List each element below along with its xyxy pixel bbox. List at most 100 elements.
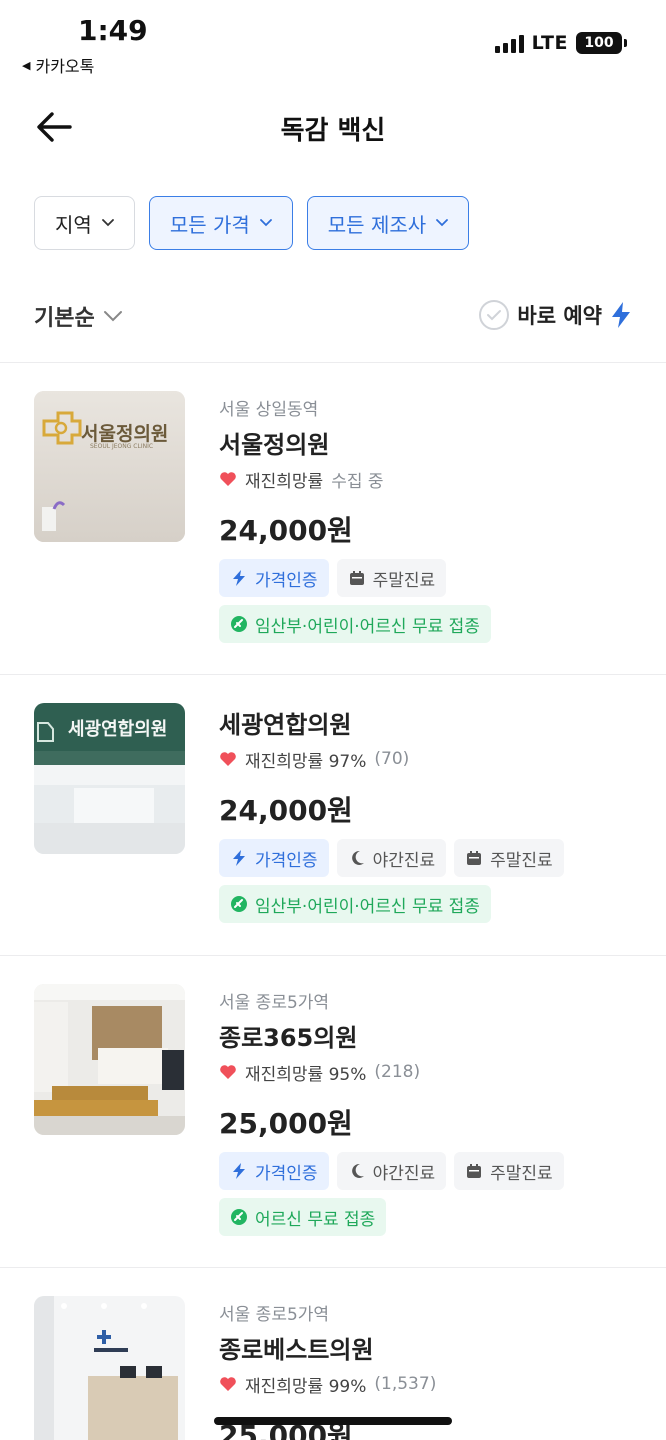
moon-icon	[351, 1163, 364, 1178]
heart-icon	[220, 1065, 236, 1079]
clinic-info: 세광연합의원 재진희망률 97% (70) 24,000원 가격인증 야간진료 …	[219, 705, 646, 923]
chevron-down-icon	[436, 219, 449, 227]
tag-free-vaccination: 임산부·어린이·어르신 무료 접종	[219, 885, 491, 923]
tag-night: 야간진료	[336, 839, 447, 877]
check-circle-icon	[479, 300, 510, 330]
back-to-app-link[interactable]: ◀ 카카오톡	[22, 53, 94, 77]
clinic-name: 세광연합의원	[219, 711, 352, 739]
vaccine-icon	[231, 896, 247, 912]
revisit-rate-count: (70)	[374, 749, 410, 769]
tag-label: 가격인증	[255, 1163, 318, 1184]
revisit-rate: 재진희망률 97% (70)	[219, 747, 646, 772]
filter-price[interactable]: 모든 가격	[148, 196, 293, 250]
clinic-name: 서울정의원	[219, 431, 330, 459]
page-title: 독감 백신	[280, 116, 386, 146]
clinic-photo: 서울정의원 SEOUL JEONG CLINIC	[34, 391, 185, 542]
clinic-name: 종로365의원	[219, 1024, 358, 1052]
filter-region[interactable]: 지역	[34, 196, 135, 250]
clinic-location: 서울 종로5가역	[219, 993, 330, 1013]
revisit-rate: 재진희망률 수집 중	[219, 467, 646, 492]
status-time: 1:49	[78, 14, 148, 47]
revisit-rate: 재진희망률 99% (1,537)	[219, 1372, 646, 1397]
revisit-rate-count: (218)	[374, 1062, 421, 1082]
tag-label: 야간진료	[372, 850, 436, 871]
back-triangle-icon: ◀	[22, 58, 31, 72]
tag-label: 주말진료	[490, 850, 553, 871]
back-app-label: 카카오톡	[35, 57, 95, 76]
chevron-down-icon	[259, 219, 272, 227]
tag-weekend: 주말진료	[454, 1152, 564, 1190]
filter-manufacturer[interactable]: 모든 제조사	[306, 196, 470, 250]
tag-label: 가격인증	[255, 850, 318, 871]
sort-row: 기본순 바로 예약	[34, 296, 632, 336]
calendar-icon	[349, 571, 364, 585]
tag-label: 야간진료	[372, 1163, 436, 1184]
clinic-location: 서울 종로5가역	[219, 1305, 330, 1325]
clinic-card[interactable]: 세광연합의원 세광연합의원 재진희망률 97% (70) 24,000원 가격인…	[0, 675, 666, 955]
status-bar: 1:49 ◀ 카카오톡 LTE 100	[0, 0, 666, 78]
lightning-icon	[233, 1163, 245, 1179]
tag-free-vaccination: 임산부·어린이·어르신 무료 접종	[219, 605, 491, 643]
revisit-rate: 재진희망률 95% (218)	[219, 1060, 646, 1085]
heart-icon	[220, 472, 236, 486]
tag-label: 어르신 무료 접종	[255, 1209, 376, 1230]
clinic-sign-text: 세광연합의원	[68, 719, 168, 740]
vaccine-icon	[231, 616, 247, 632]
lightning-icon	[612, 302, 630, 328]
clinic-info: 서울 상일동역 서울정의원 재진희망률 수집 중 24,000원 가격인증 주말…	[219, 395, 646, 643]
sort-dropdown[interactable]: 기본순	[34, 300, 123, 332]
tag-label: 임산부·어린이·어르신 무료 접종	[255, 616, 480, 637]
revisit-rate-label: 재진희망률 99%	[245, 1376, 367, 1397]
filter-price-label: 모든 가격	[169, 212, 250, 237]
tag-price-verified: 가격인증	[219, 839, 329, 877]
vaccine-icon	[231, 1209, 247, 1225]
clinic-name: 종로베스트의원	[219, 1336, 374, 1364]
tag-price-verified: 가격인증	[219, 559, 329, 597]
chevron-down-icon	[101, 219, 114, 227]
revisit-rate-label: 재진희망률 95%	[245, 1064, 367, 1085]
clinic-photo	[34, 984, 185, 1135]
battery-icon: 100	[576, 32, 627, 54]
revisit-rate-count: (1,537)	[374, 1374, 437, 1394]
page-header: 독감 백신	[0, 98, 666, 158]
signal-icon	[494, 33, 524, 53]
tag-row: 가격인증 주말진료	[219, 559, 646, 597]
lightning-icon	[233, 850, 245, 866]
tag-row: 가격인증 야간진료 주말진료	[219, 839, 646, 877]
moon-icon	[351, 850, 364, 865]
tag-row: 가격인증 야간진료 주말진료	[219, 1152, 646, 1190]
network-label: LTE	[531, 32, 568, 54]
tag-label: 가격인증	[255, 570, 318, 591]
chevron-down-icon	[103, 311, 122, 322]
home-indicator[interactable]	[214, 1417, 452, 1425]
filter-manufacturer-label: 모든 제조사	[327, 212, 427, 237]
clinic-card[interactable]: 서울정의원 SEOUL JEONG CLINIC 서울 상일동역 서울정의원 재…	[0, 363, 666, 674]
clinic-location: 서울 상일동역	[219, 400, 319, 420]
tag-label: 주말진료	[490, 1163, 553, 1184]
status-indicators: LTE 100	[494, 32, 627, 54]
calendar-icon	[467, 1164, 482, 1178]
revisit-rate-value: 수집 중	[331, 471, 384, 492]
revisit-rate-label: 재진희망률	[245, 471, 324, 492]
tag-night: 야간진료	[336, 1152, 447, 1190]
tag-weekend: 주말진료	[336, 559, 447, 597]
clinic-photo: 세광연합의원	[34, 703, 185, 854]
tag-label: 주말진료	[372, 570, 436, 591]
clinic-price: 24,000원	[219, 794, 353, 827]
clinic-photo	[34, 1296, 185, 1440]
clinic-card[interactable]: 서울 종로5가역 종로베스트의원 재진희망률 99% (1,537) 25,00…	[0, 1268, 666, 1440]
revisit-rate-label: 재진희망률 97%	[245, 751, 367, 772]
clinic-price: 24,000원	[219, 514, 353, 547]
heart-icon	[220, 752, 236, 766]
clinic-price: 25,000원	[219, 1107, 353, 1140]
clinic-info: 서울 종로5가역 종로365의원 재진희망률 95% (218) 25,000원…	[219, 988, 646, 1236]
clinic-sign-text: 서울정의원	[81, 423, 169, 445]
tag-free-vaccination: 어르신 무료 접종	[219, 1198, 387, 1236]
tag-weekend: 주말진료	[454, 839, 564, 877]
filter-region-label: 지역	[55, 212, 92, 237]
calendar-icon	[467, 851, 482, 865]
clinic-sign-subtext: SEOUL JEONG CLINIC	[90, 443, 154, 450]
quick-booking-toggle[interactable]: 바로 예약	[479, 300, 632, 330]
clinic-card[interactable]: 서울 종로5가역 종로365의원 재진희망률 95% (218) 25,000원…	[0, 956, 666, 1266]
tag-price-verified: 가격인증	[219, 1152, 329, 1190]
